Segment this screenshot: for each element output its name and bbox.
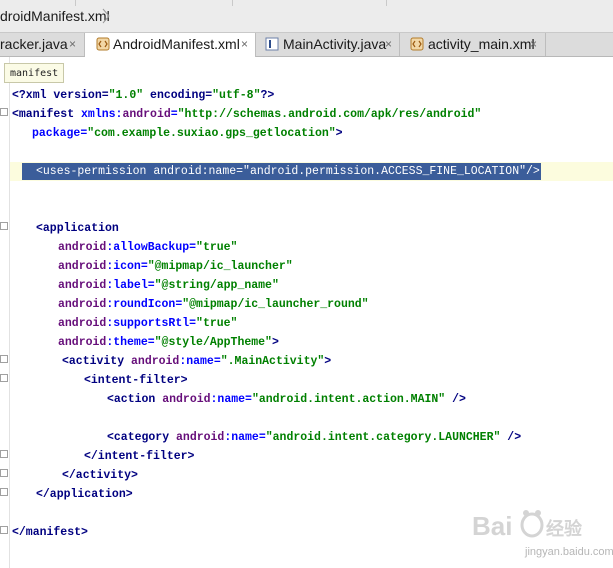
code-line: <?xml version="1.0" encoding="utf-8"?> [12,89,275,102]
code-editor[interactable]: manifest <?xml version="1.0" encoding="u… [0,57,613,568]
code-line: android:label="@string/app_name" [58,279,279,292]
chevron-right-icon [102,8,110,24]
editor-tab-bar: racker.java × AndroidManifest.xml × Main… [0,33,613,57]
breadcrumb-divider [232,0,233,6]
close-icon[interactable]: × [530,33,537,55]
code-line: </activity> [62,469,138,482]
close-icon[interactable]: × [385,33,392,55]
breadcrumb-file[interactable]: droidManifest.xml [0,0,110,33]
layout-xml-icon [410,37,424,51]
fold-marker-icon[interactable] [0,374,8,382]
code-line: android:supportsRtl="true" [58,317,238,330]
code-line: </application> [36,488,133,501]
fold-marker-icon[interactable] [0,108,8,116]
code-line: <manifest xmlns:android="http://schemas.… [12,108,482,121]
watermark-url: jingyan.baidu.com [525,546,613,558]
fold-marker-icon[interactable] [0,526,8,534]
close-icon[interactable]: × [241,33,248,55]
tab-mainactivity-java[interactable]: MainActivity.java × [256,33,400,56]
fold-marker-icon[interactable] [0,450,8,458]
breadcrumb: droidManifest.xml [0,0,613,33]
tab-tracker-java[interactable]: racker.java × [0,33,85,56]
code-line: </intent-filter> [84,450,195,463]
tab-label: activity_main.xml [428,36,535,52]
svg-text:Bai: Bai [472,511,512,541]
xml-file-icon [96,37,110,51]
code-line: <action android:name="android.intent.act… [107,393,466,406]
code-line: android:theme="@style/AppTheme"> [58,336,279,349]
code-line: android:allowBackup="true" [58,241,238,254]
fold-marker-icon[interactable] [0,488,8,496]
tab-activity-main-xml[interactable]: activity_main.xml × [400,33,546,56]
code-line: <activity android:name=".MainActivity"> [62,355,332,368]
element-tooltip: manifest [4,63,65,83]
tab-label: MainActivity.java [283,36,387,52]
code-line: <intent-filter> [84,374,188,387]
fold-marker-icon[interactable] [0,469,8,477]
tab-label: racker.java [0,36,68,52]
code-line: <category android:name="android.intent.c… [107,431,522,444]
breadcrumb-divider [386,0,387,6]
svg-text:经验: 经验 [546,518,583,540]
tab-label: AndroidManifest.xml [113,36,240,52]
fold-marker-icon[interactable] [0,222,8,230]
code-line: package="com.example.suxiao.gps_getlocat… [32,127,343,140]
code-line-selected: <uses-permission android:name="android.p… [36,165,540,178]
code-line: android:icon="@mipmap/ic_launcher" [58,260,293,273]
tab-androidmanifest-xml[interactable]: AndroidManifest.xml × [85,33,256,57]
code-line: <application [36,222,119,235]
editor-gutter [0,57,10,568]
close-icon[interactable]: × [69,33,76,55]
java-class-icon [265,37,279,51]
fold-marker-icon[interactable] [0,355,8,363]
code-line: android:roundIcon="@mipmap/ic_launcher_r… [58,298,369,311]
